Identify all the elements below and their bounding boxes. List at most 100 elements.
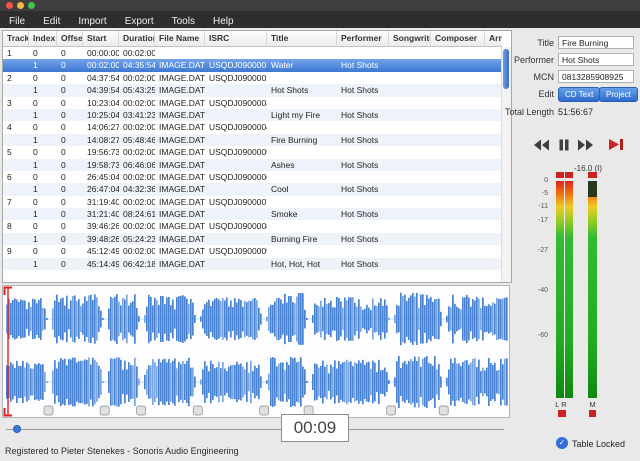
column-header-offset[interactable]: Offset: [57, 31, 83, 46]
cell-composer: [431, 59, 485, 71]
table-row[interactable]: 30010:23:0400:02:00IMAGE.DATUSQDJ0900003: [3, 97, 502, 109]
track-marker-tab[interactable]: [439, 406, 448, 415]
zoom-button[interactable]: [28, 2, 35, 9]
table-row[interactable]: 40014:06:2700:02:00IMAGE.DATUSQDJ0900004: [3, 121, 502, 133]
fast-forward-button[interactable]: [577, 139, 594, 151]
level-meter-left: [556, 181, 564, 398]
table-row[interactable]: 1039:48:2605:24:23IMAGE.DATBurning FireH…: [3, 233, 502, 245]
track-marker-tab[interactable]: [193, 406, 202, 415]
column-header-file[interactable]: File Name: [155, 31, 205, 46]
cell-songwriter: [389, 258, 431, 270]
table-locked-label[interactable]: Table Locked: [572, 439, 625, 449]
play-to-marker-button[interactable]: [608, 138, 624, 151]
table-row[interactable]: 1045:14:4906:42:18IMAGE.DATHot, Hot, Hot…: [3, 258, 502, 270]
meter-label-lr: L R: [552, 400, 570, 409]
meter-scale-label: -5: [542, 190, 548, 197]
cell-offset: 0: [57, 84, 83, 96]
performer-input[interactable]: [558, 53, 634, 66]
cell-track: [3, 84, 29, 96]
menu-help[interactable]: Help: [204, 13, 243, 30]
cell-songwriter: [389, 196, 431, 208]
table-row[interactable]: 20004:37:5400:02:00IMAGE.DATUSQDJ0900002: [3, 72, 502, 84]
cell-file: IMAGE.DAT: [155, 84, 205, 96]
table-row[interactable]: 1004:39:5405:43:25IMAGE.DATHot ShotsHot …: [3, 84, 502, 96]
table-row[interactable]: 1014:08:2705:48:46IMAGE.DATFire BurningH…: [3, 134, 502, 146]
menu-edit[interactable]: Edit: [34, 13, 69, 30]
close-button[interactable]: [6, 2, 13, 9]
clip-indicator-left[interactable]: [556, 172, 564, 178]
track-marker-tab[interactable]: [137, 406, 146, 415]
cell-composer: [431, 146, 485, 158]
table-row[interactable]: 80039:46:2600:02:00IMAGE.DATUSQDJ0900008: [3, 220, 502, 232]
table-row[interactable]: 60026:45:0400:02:00IMAGE.DATUSQDJ0900006: [3, 171, 502, 183]
cell-isrc: USQDJ0900008: [205, 220, 267, 232]
cell-track: 1: [3, 47, 29, 59]
seek-slider-thumb[interactable]: [13, 425, 21, 433]
cell-index: 1: [29, 84, 57, 96]
column-header-performer[interactable]: Performer: [337, 31, 389, 46]
cell-file: IMAGE.DAT: [155, 258, 205, 270]
track-marker-tab[interactable]: [260, 406, 269, 415]
menu-tools[interactable]: Tools: [163, 13, 204, 30]
cell-duration: 05:24:23: [119, 233, 155, 245]
cd-text-button[interactable]: CD Text: [558, 87, 600, 102]
waveform-panel[interactable]: [2, 285, 510, 418]
cell-songwriter: [389, 245, 431, 257]
table-row[interactable]: 1010:25:0403:41:23IMAGE.DATLight my Fire…: [3, 109, 502, 121]
app-window: FileEditImportExportToolsHelp TrackIndex…: [0, 0, 640, 461]
minimize-button[interactable]: [17, 2, 24, 9]
cell-title: Hot, Hot, Hot: [267, 258, 337, 270]
table-row[interactable]: 50019:56:7300:02:00IMAGE.DATUSQDJ0900005: [3, 146, 502, 158]
cell-isrc: USQDJ0900006: [205, 171, 267, 183]
column-header-songwriter[interactable]: Songwriter: [389, 31, 431, 46]
cell-index: 0: [29, 220, 57, 232]
cell-file: IMAGE.DAT: [155, 233, 205, 245]
pause-button[interactable]: [558, 139, 570, 151]
clip-indicator-mono[interactable]: [588, 172, 597, 178]
waveform-display[interactable]: [3, 286, 509, 417]
meter-reset-lr-button[interactable]: [558, 410, 566, 417]
cell-composer: [431, 109, 485, 121]
registration-status-text: Registered to Pieter Stenekes - Sonoris …: [5, 446, 239, 456]
cell-start: 39:46:26: [83, 220, 119, 232]
cell-track: [3, 59, 29, 71]
table-row[interactable]: 1019:58:7306:46:06IMAGE.DATAshesHot Shot…: [3, 159, 502, 171]
cell-composer: [431, 183, 485, 195]
table-row[interactable]: 1000:02:0004:35:54IMAGE.DATUSQDJ0900001W…: [3, 59, 502, 71]
column-header-track[interactable]: Track: [3, 31, 29, 46]
menu-file[interactable]: File: [0, 13, 34, 30]
column-header-composer[interactable]: Composer: [431, 31, 485, 46]
cell-start: 14:08:27: [83, 134, 119, 146]
cell-isrc: USQDJ0900004: [205, 121, 267, 133]
column-header-start[interactable]: Start: [83, 31, 119, 46]
project-button[interactable]: Project: [599, 87, 638, 102]
menu-import[interactable]: Import: [69, 13, 115, 30]
cell-composer: [431, 171, 485, 183]
track-marker-tab[interactable]: [387, 406, 396, 415]
table-row[interactable]: 1026:47:0404:32:36IMAGE.DATCoolHot Shots: [3, 183, 502, 195]
table-row[interactable]: 90045:12:4900:02:00IMAGE.DATUSQDJ0900009: [3, 245, 502, 257]
meter-reset-m-button[interactable]: [589, 410, 596, 417]
table-locked-icon[interactable]: ✓: [556, 437, 568, 449]
cell-performer: Hot Shots: [337, 159, 389, 171]
mcn-input[interactable]: [558, 70, 634, 83]
cell-file: IMAGE.DAT: [155, 146, 205, 158]
total-length-value: 51:56:67: [558, 107, 593, 117]
column-header-duration[interactable]: Duration: [119, 31, 155, 46]
title-input[interactable]: [558, 36, 634, 49]
table-row[interactable]: 1031:21:4008:24:61IMAGE.DATSmokeHot Shot…: [3, 208, 502, 220]
cell-isrc: [205, 47, 267, 59]
column-header-index[interactable]: Index: [29, 31, 57, 46]
cell-isrc: USQDJ0900009: [205, 245, 267, 257]
cell-offset: 0: [57, 146, 83, 158]
menu-export[interactable]: Export: [116, 13, 163, 30]
table-row[interactable]: 70031:19:4000:02:00IMAGE.DATUSQDJ0900007: [3, 196, 502, 208]
table-row[interactable]: 10000:00:0000:02:00: [3, 47, 502, 59]
track-marker-tab[interactable]: [44, 406, 53, 415]
cell-index: 1: [29, 134, 57, 146]
clip-indicator-right[interactable]: [565, 172, 573, 178]
cell-songwriter: [389, 171, 431, 183]
column-header-title[interactable]: Title: [267, 31, 337, 46]
track-marker-tab[interactable]: [100, 406, 109, 415]
column-header-isrc[interactable]: ISRC: [205, 31, 267, 46]
